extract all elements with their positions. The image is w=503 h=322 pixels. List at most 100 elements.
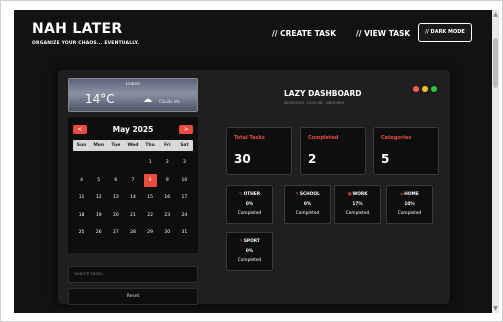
calendar-prev-button[interactable]: < — [73, 125, 87, 134]
calendar-day[interactable]: 19 — [90, 209, 107, 227]
calendar-day[interactable]: 28 — [124, 226, 141, 244]
weekday-label: Mon — [93, 143, 105, 148]
dark-mode-button[interactable]: // DARK MODE — [418, 23, 472, 42]
weekday-label: Sat — [180, 143, 189, 148]
calendar-day[interactable]: 22 — [142, 209, 159, 227]
calendar-day[interactable]: 11 — [73, 191, 90, 209]
calendar-day[interactable]: 5 — [90, 174, 107, 192]
category-card-home[interactable]: ⌂HOME 10% Completed — [386, 185, 433, 224]
calendar-week-row: 4 5 6 7 8 9 10 — [73, 173, 193, 192]
calendar-day[interactable]: 26 — [90, 226, 107, 244]
calendar-day[interactable]: 9 — [159, 174, 176, 192]
category-name: ▣WORK — [347, 192, 368, 197]
calendar-day[interactable]: 6 — [107, 174, 124, 192]
category-card-work[interactable]: ▣WORK 17% Completed — [334, 185, 381, 224]
category-percent: 17% — [352, 202, 363, 207]
calendar-day[interactable]: 20 — [107, 209, 124, 227]
dashboard-title: LAZY DASHBOARD — [284, 89, 362, 98]
calendar-week-row: 25 26 27 28 29 30 31 — [73, 226, 193, 244]
calendar-next-button[interactable]: > — [179, 125, 193, 134]
stat-label: Completed — [308, 135, 339, 141]
calendar-day[interactable]: 21 — [124, 209, 141, 227]
category-percent: 10% — [404, 202, 415, 207]
calendar-day[interactable]: 17 — [176, 191, 193, 209]
stat-total-tasks: Total Tasks 30 — [226, 127, 292, 175]
scroll-up-icon[interactable]: ▲ — [492, 11, 499, 18]
category-status: Completed — [237, 258, 262, 263]
window-dot-green — [431, 86, 437, 92]
window-dot-red — [413, 86, 419, 92]
stat-label: Categories — [381, 135, 412, 141]
calendar-day[interactable]: 12 — [90, 191, 107, 209]
calendar: < May 2025 > Sun Mon Tue Wed Thu Fri Sat… — [68, 117, 198, 253]
calendar-day[interactable]: 16 — [159, 191, 176, 209]
calendar-day — [73, 156, 90, 174]
calendar-day[interactable]: 31 — [176, 226, 193, 244]
calendar-day[interactable]: 1 — [142, 156, 159, 174]
app-viewport: NAH LATER ORGANIZE YOUR CHAOS... EVENTUA… — [14, 10, 492, 313]
calendar-day[interactable]: 24 — [176, 209, 193, 227]
home-icon: ⌂ — [400, 192, 404, 197]
calendar-day[interactable]: 10 — [176, 174, 193, 192]
calendar-day[interactable]: 15 — [142, 191, 159, 209]
category-card-sport[interactable]: ✎SPORT 0% Completed — [226, 232, 273, 271]
calendar-day[interactable]: 18 — [73, 209, 90, 227]
calendar-day — [90, 156, 107, 174]
calendar-day[interactable]: 29 — [142, 226, 159, 244]
category-name: ✎SCHOOL — [295, 192, 320, 197]
category-status: Completed — [295, 211, 320, 216]
pencil-icon: ✎ — [238, 192, 243, 197]
stat-value: 5 — [381, 152, 390, 166]
nav-view-task[interactable]: // VIEW TASK — [356, 29, 410, 38]
dashboard-subtitle: 08/05/2025, 19:45:08 - SWITCHER — [284, 101, 344, 105]
page-scrollbar[interactable]: ▲ ▼ — [492, 10, 499, 313]
stat-value: 30 — [234, 152, 251, 166]
calendar-week-row: 123 — [73, 156, 193, 174]
calendar-day[interactable]: 7 — [124, 174, 141, 192]
window-dot-yellow — [422, 86, 428, 92]
briefcase-icon: ▣ — [347, 192, 352, 197]
weekday-label: Wed — [127, 143, 139, 148]
nav-create-task[interactable]: // CREATE TASK — [272, 29, 336, 38]
calendar-day[interactable]: 25 — [73, 226, 90, 244]
calendar-day[interactable]: 2 — [159, 156, 176, 174]
calendar-day[interactable]: 27 — [107, 226, 124, 244]
calendar-day[interactable]: 30 — [159, 226, 176, 244]
calendar-weekday-header: Sun Mon Tue Wed Thu Fri Sat — [73, 140, 193, 151]
weekday-label: Fri — [163, 143, 171, 148]
reset-button[interactable]: Reset — [68, 288, 198, 305]
category-card-other[interactable]: ✎OTHER 0% Completed — [226, 185, 273, 224]
calendar-day[interactable]: 4 — [73, 174, 90, 192]
category-name: ✎SPORT — [239, 239, 260, 244]
scroll-thumb[interactable] — [493, 38, 498, 88]
calendar-day — [107, 156, 124, 174]
dashboard-panel: Lisbon 14°C ☁ Clouds etc < May 2025 > Su… — [58, 70, 450, 305]
calendar-day-grid: 1 2 3 4 5 6 7 8 9 10 11 12 13 14 15 16 17 18 19 20 21 22 23 24 2… — [73, 156, 193, 244]
brand-logo[interactable]: NAH LATER — [32, 21, 122, 37]
brand-tagline: ORGANIZE YOUR CHAOS... EVENTUALLY. — [32, 41, 140, 46]
calendar-day[interactable]: 23 — [159, 209, 176, 227]
weather-city: Lisbon — [125, 82, 141, 87]
weekday-label: Tue — [111, 143, 121, 148]
category-percent: 0% — [245, 202, 254, 207]
school-icon: ✎ — [295, 192, 299, 197]
calendar-month-title: May 2025 — [112, 125, 154, 134]
calendar-day[interactable]: 14 — [124, 191, 141, 209]
calendar-week-row: 18 19 20 21 22 23 24 — [73, 209, 193, 227]
category-card-school[interactable]: ✎SCHOOL 0% Completed — [284, 185, 331, 224]
weather-temperature: 14°C — [85, 92, 115, 106]
category-name: ⌂HOME — [400, 192, 419, 197]
weekday-label: Thu — [145, 143, 155, 148]
calendar-day — [124, 156, 141, 174]
search-input[interactable] — [68, 266, 198, 283]
cloud-icon: ☁ — [143, 95, 152, 105]
stat-label: Total Tasks — [234, 135, 265, 141]
category-status: Completed — [237, 211, 262, 216]
category-name: ✎OTHER — [238, 192, 261, 197]
scroll-down-icon[interactable]: ▼ — [492, 305, 499, 312]
calendar-day-today[interactable]: 8 — [142, 173, 159, 192]
calendar-day[interactable]: 3 — [176, 156, 193, 174]
calendar-week-row: 11 12 13 14 15 16 17 — [73, 191, 193, 209]
calendar-day[interactable]: 13 — [107, 191, 124, 209]
browser-frame: NAH LATER ORGANIZE YOUR CHAOS... EVENTUA… — [0, 0, 503, 322]
